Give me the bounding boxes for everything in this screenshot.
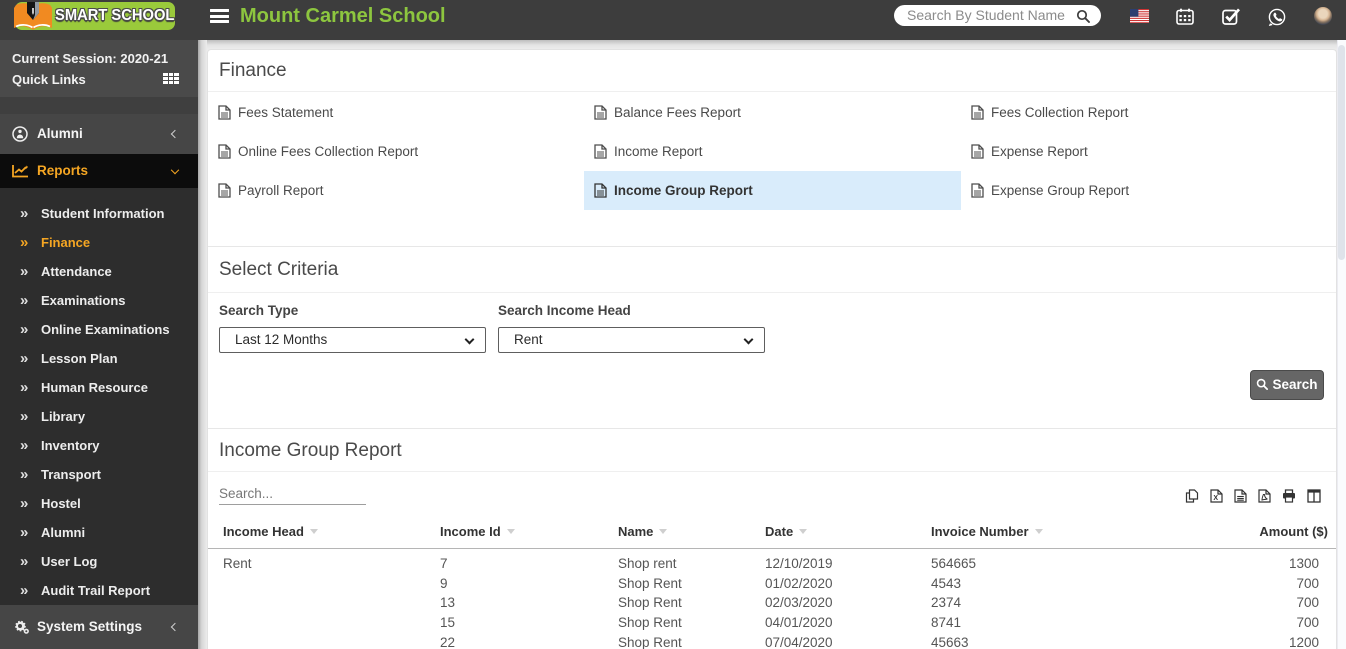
svg-text:X: X <box>1213 495 1218 502</box>
